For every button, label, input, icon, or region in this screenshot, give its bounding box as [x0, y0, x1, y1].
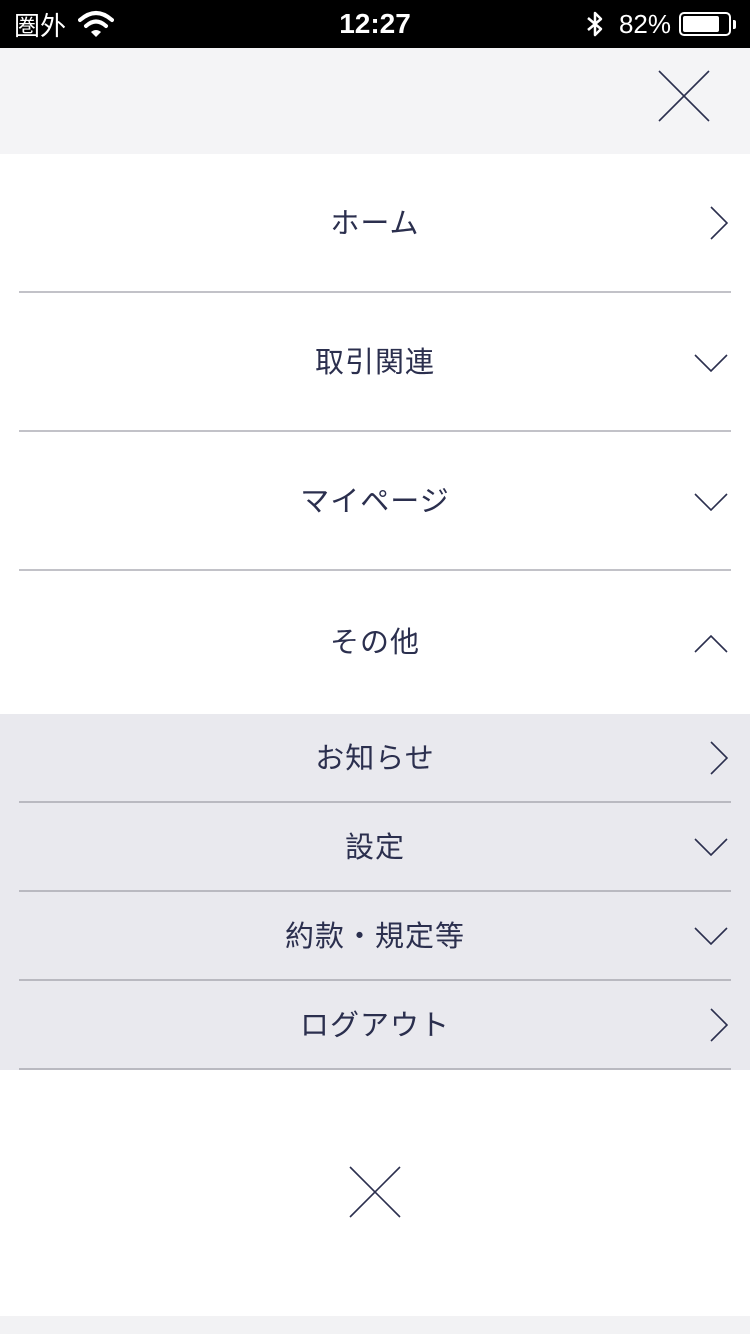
- submenu-item-news[interactable]: お知らせ: [0, 714, 750, 803]
- bottom-strip: [0, 1316, 750, 1334]
- menu-header: [0, 48, 750, 154]
- chevron-down-icon: [694, 493, 728, 511]
- chevron-down-icon: [694, 838, 728, 856]
- menu-item-label: マイページ: [300, 484, 450, 518]
- menu-item-home[interactable]: ホーム: [0, 154, 750, 293]
- menu-item-label: その他: [329, 625, 420, 659]
- battery-icon: [679, 12, 731, 36]
- divider: [19, 1068, 731, 1070]
- close-icon[interactable]: [658, 70, 710, 122]
- status-bar: 圏外 12:27 82%: [0, 0, 750, 48]
- submenu-item-label: 設定: [344, 830, 405, 864]
- chevron-up-icon: [694, 635, 728, 653]
- menu-item-trading[interactable]: 取引関連: [0, 293, 750, 432]
- battery-percent: 82%: [618, 8, 671, 39]
- chevron-down-icon: [694, 354, 728, 372]
- menu-item-mypage[interactable]: マイページ: [0, 432, 750, 571]
- chevron-right-icon: [710, 741, 728, 775]
- status-right: 82%: [585, 0, 736, 48]
- submenu-item-label: ログアウト: [299, 1008, 450, 1042]
- submenu-item-logout[interactable]: ログアウト: [0, 981, 750, 1070]
- menu-item-other[interactable]: その他: [0, 571, 750, 714]
- submenu-item-terms[interactable]: 約款・規定等: [0, 892, 750, 981]
- menu-item-label: ホーム: [330, 206, 420, 240]
- chevron-right-icon: [710, 1008, 728, 1042]
- close-icon[interactable]: [349, 1166, 401, 1218]
- submenu-item-settings[interactable]: 設定: [0, 803, 750, 892]
- submenu-other: お知らせ 設定 約款・規定等 ログアウト: [0, 714, 750, 1070]
- submenu-item-label: お知らせ: [315, 741, 435, 775]
- battery-nub: [733, 19, 736, 29]
- battery-fill: [683, 16, 720, 32]
- bluetooth-icon: [587, 11, 603, 37]
- chevron-right-icon: [710, 206, 728, 240]
- submenu-item-label: 約款・規定等: [284, 919, 465, 953]
- menu-item-label: 取引関連: [314, 345, 435, 379]
- chevron-down-icon: [694, 927, 728, 945]
